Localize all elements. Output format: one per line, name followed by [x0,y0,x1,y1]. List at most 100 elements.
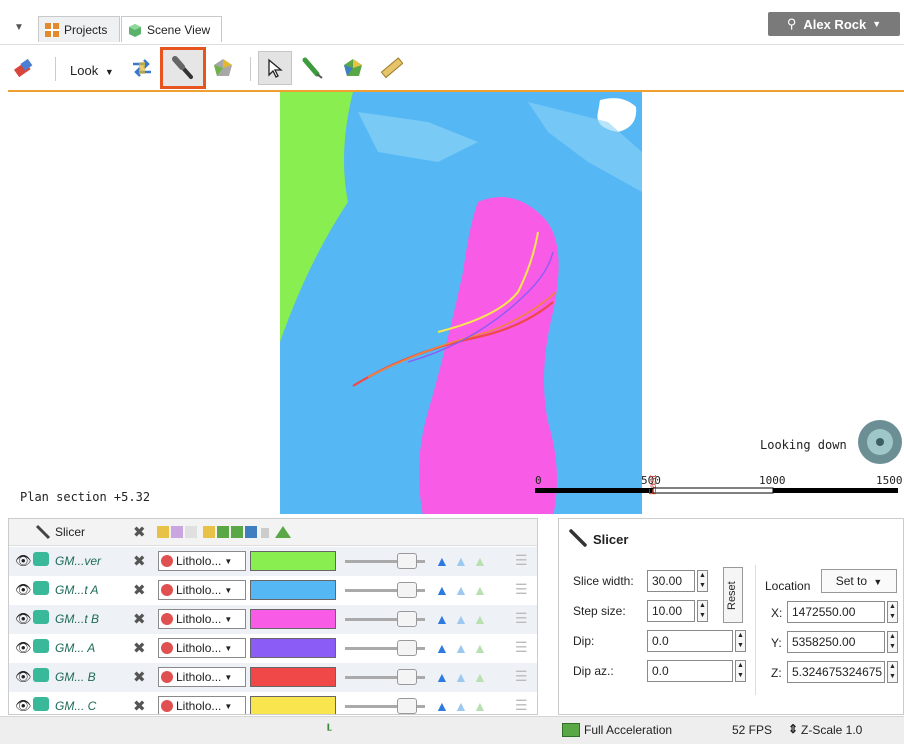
dip-az-stepper[interactable]: ▲ ▼ [735,660,746,682]
table-row[interactable]: 👁 GM...ver ✖ Litholo... ▼ ▲ ▲ ▲ ☰ [9,547,537,576]
dip-stepper[interactable]: ▲ ▼ [735,630,746,652]
table-row[interactable]: 👁 GM...t A ✖ Litholo... ▼ ▲ ▲ ▲ ☰ [9,576,537,605]
remove-icon[interactable]: ✖ [133,639,146,657]
render-cone-icon[interactable]: ▲ [435,582,449,598]
eye-icon[interactable]: 👁 [15,582,32,598]
reset-view-button[interactable] [127,53,157,83]
slicer-button[interactable] [160,47,206,89]
slice-width-stepper[interactable]: ▲ ▼ [697,570,708,592]
object-name: GM...t B [55,612,100,626]
pen-line-icon [302,57,323,79]
slice-width-field[interactable]: 30.00 [647,570,695,592]
display-mode-dropdown[interactable]: Litholo... ▼ [158,638,246,658]
reset-button[interactable]: Reset [723,567,743,623]
y-stepper[interactable]: ▲ ▼ [887,631,898,653]
eye-icon[interactable]: 👁 [15,669,32,685]
render-cone-green-icon[interactable]: ▲ [473,553,487,569]
table-row[interactable]: 👁 GM... B ✖ Litholo... ▼ ▲ ▲ ▲ ☰ [9,663,537,692]
color-swatch[interactable] [250,667,336,687]
remove-icon[interactable]: ✖ [133,552,146,570]
display-mode-dropdown[interactable]: Litholo... ▼ [158,580,246,600]
plane-button[interactable] [208,53,238,83]
table-row[interactable]: 👁 GM... C ✖ Litholo... ▼ ▲ ▲ ▲ ☰ [9,692,537,714]
render-cone-icon[interactable]: ▲ [435,553,449,569]
render-cone-green-icon[interactable]: ▲ [473,640,487,656]
user-menu-button[interactable]: ⚲ Alex Rock ▼ [768,12,900,36]
color-swatch[interactable] [250,580,336,600]
opacity-slider-handle[interactable] [397,611,417,627]
remove-icon[interactable]: ✖ [133,610,146,628]
eye-icon[interactable]: 👁 [15,611,32,627]
opacity-slider-handle[interactable] [397,553,417,569]
render-cone-light-icon[interactable]: ▲ [454,698,468,714]
tab-scene-view[interactable]: Scene View [121,16,222,42]
remove-icon[interactable]: ✖ [133,581,146,599]
visibility-toggles-icon[interactable] [157,524,327,543]
orientation-compass[interactable] [858,420,902,464]
dip-field[interactable]: 0.0 [647,630,733,652]
remove-icon[interactable]: ✖ [133,697,146,714]
tab-projects[interactable]: Projects [38,16,120,42]
y-coordinate-field[interactable]: 5358250.00 [787,631,885,653]
green-puzzle-icon [344,59,362,76]
properties-list-icon[interactable]: ☰ [515,639,528,656]
remove-all-icon[interactable]: ✖ [133,523,146,541]
properties-list-icon[interactable]: ☰ [515,668,528,685]
eye-icon[interactable]: 👁 [15,553,32,569]
render-cone-green-icon[interactable]: ▲ [473,582,487,598]
color-swatch[interactable] [250,551,336,571]
opacity-slider-handle[interactable] [397,669,417,685]
scale-tick-1000: 1000 [759,474,786,487]
display-mode-dropdown[interactable]: Litholo... ▼ [158,667,246,687]
x-stepper[interactable]: ▲ ▼ [887,601,898,623]
z-coordinate-field[interactable]: 5.324675324675 [787,661,885,683]
properties-list-icon[interactable]: ☰ [515,697,528,714]
step-size-stepper[interactable]: ▲ ▼ [697,600,708,622]
render-cone-light-icon[interactable]: ▲ [454,582,468,598]
select-tool-button[interactable] [258,51,292,85]
properties-list-icon[interactable]: ☰ [515,581,528,598]
plane-tool-button[interactable] [338,53,368,83]
color-swatch[interactable] [250,609,336,629]
z-stepper[interactable]: ▲ ▼ [887,661,898,683]
color-swatch[interactable] [250,696,336,714]
tab-menu-chevron-icon[interactable]: ▼ [14,22,24,33]
x-coordinate-field[interactable]: 1472550.00 [787,601,885,623]
properties-list-icon[interactable]: ☰ [515,552,528,569]
display-mode-dropdown[interactable]: Litholo... ▼ [158,609,246,629]
remove-icon[interactable]: ✖ [133,668,146,686]
render-cone-icon[interactable]: ▲ [435,640,449,656]
eraser-button[interactable] [8,53,38,83]
set-to-dropdown[interactable]: Set to ▼ [821,569,897,593]
table-row[interactable]: 👁 GM... A ✖ Litholo... ▼ ▲ ▲ ▲ ☰ [9,634,537,663]
dip-az-field[interactable]: 0.0 [647,660,733,682]
render-cone-light-icon[interactable]: ▲ [454,640,468,656]
render-cone-green-icon[interactable]: ▲ [473,611,487,627]
render-cone-icon[interactable]: ▲ [435,611,449,627]
step-size-field[interactable]: 10.00 [647,600,695,622]
opacity-slider-handle[interactable] [397,582,417,598]
draw-line-button[interactable] [298,53,328,83]
display-mode-dropdown[interactable]: Litholo... ▼ [158,551,246,571]
table-row[interactable]: 👁 GM...t B ✖ Litholo... ▼ ▲ ▲ ▲ ☰ [9,605,537,634]
scene-viewport[interactable]: 0 500 1000 1500 East Looking down Plan s… [8,90,904,514]
display-mode-dropdown[interactable]: Litholo... ▼ [158,696,246,714]
render-cone-green-icon[interactable]: ▲ [473,669,487,685]
ruler-button[interactable] [376,53,406,83]
render-cone-light-icon[interactable]: ▲ [454,669,468,685]
display-mode-label: Litholo... [176,699,222,713]
render-cone-green-icon[interactable]: ▲ [473,698,487,714]
eye-icon[interactable]: 👁 [15,698,32,714]
render-cone-light-icon[interactable]: ▲ [454,611,468,627]
render-cone-light-icon[interactable]: ▲ [454,553,468,569]
color-swatch[interactable] [250,638,336,658]
opacity-slider-handle[interactable] [397,640,417,656]
properties-list-icon[interactable]: ☰ [515,610,528,627]
render-cone-icon[interactable]: ▲ [435,698,449,714]
opacity-slider-handle[interactable] [397,698,417,714]
zscale-button[interactable]: Z-Scale 1.0 [801,723,862,737]
look-dropdown[interactable]: Look ▼ [70,63,114,78]
lithology-icon [161,642,173,654]
eye-icon[interactable]: 👁 [15,640,32,656]
render-cone-icon[interactable]: ▲ [435,669,449,685]
